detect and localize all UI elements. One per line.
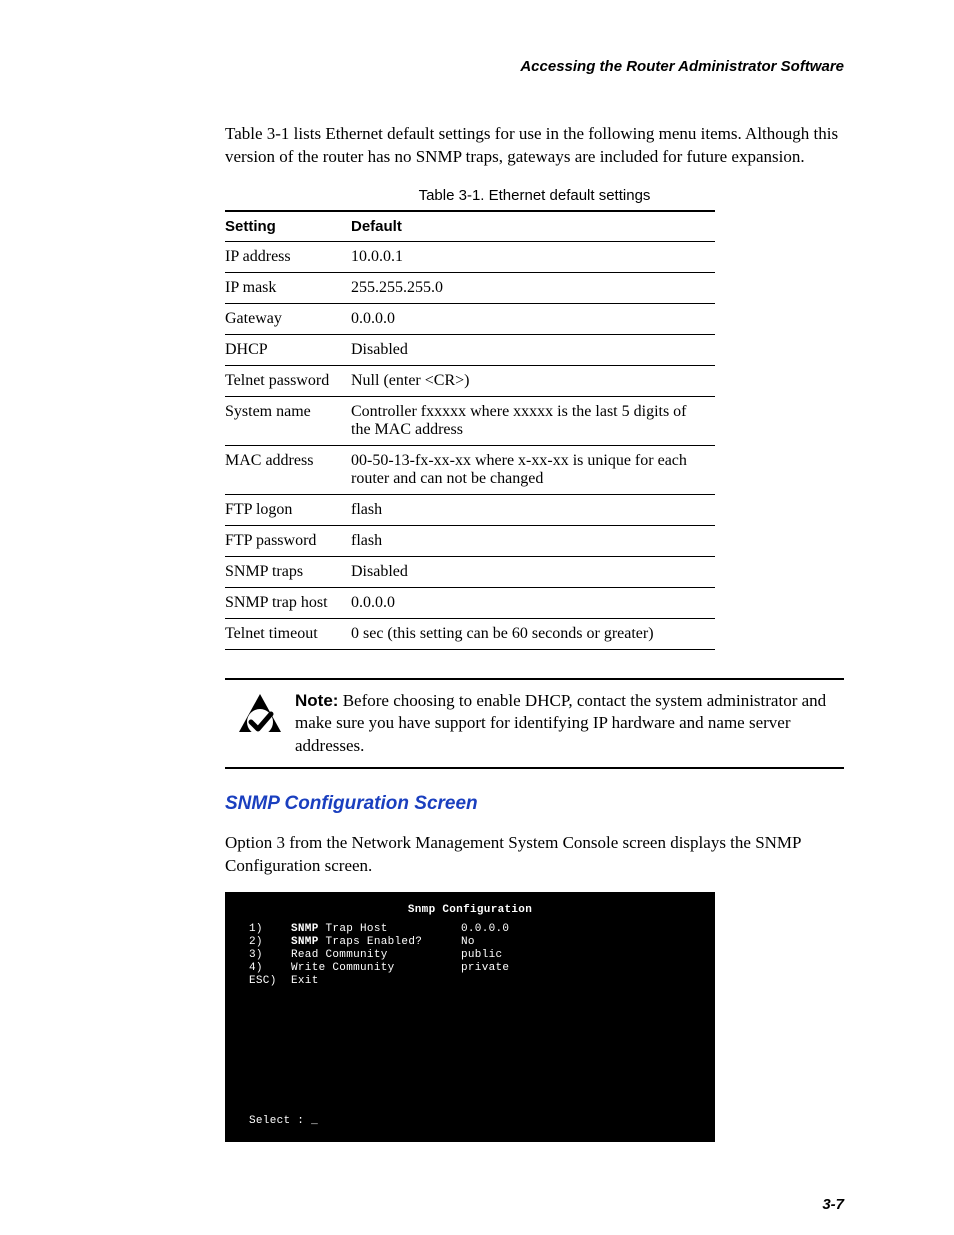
- table-row: MAC address00-50-13-fx-xx-xx where x-xx-…: [225, 445, 715, 494]
- cell-default: 10.0.0.1: [351, 241, 715, 272]
- cell-default: 0.0.0.0: [351, 587, 715, 618]
- terminal-label: Write Community: [291, 962, 461, 975]
- cell-setting: DHCP: [225, 334, 351, 365]
- cell-setting: System name: [225, 396, 351, 445]
- table-row: FTP passwordflash: [225, 525, 715, 556]
- table-row: IP address10.0.0.1: [225, 241, 715, 272]
- terminal-value: private: [461, 962, 509, 975]
- note-block: Note: Before choosing to enable DHCP, co…: [225, 678, 844, 769]
- cell-default: 00-50-13-fx-xx-xx where x-xx-xx is uniqu…: [351, 445, 715, 494]
- table-row: Gateway0.0.0.0: [225, 303, 715, 334]
- cell-default: 0.0.0.0: [351, 303, 715, 334]
- note-body: Before choosing to enable DHCP, contact …: [295, 691, 826, 755]
- page: Accessing the Router Administrator Softw…: [0, 0, 954, 1235]
- table-row: DHCPDisabled: [225, 334, 715, 365]
- table-row: System nameController fxxxxx where xxxxx…: [225, 396, 715, 445]
- cell-default: Null (enter <CR>): [351, 365, 715, 396]
- note-text: Note: Before choosing to enable DHCP, co…: [295, 690, 844, 757]
- terminal-line: ESC)Exit: [249, 975, 691, 988]
- terminal-key: 1): [249, 923, 291, 936]
- cell-default: Disabled: [351, 556, 715, 587]
- cell-setting: Telnet timeout: [225, 618, 351, 649]
- terminal-title: Snmp Configuration: [249, 904, 691, 917]
- terminal-key: 2): [249, 936, 291, 949]
- cell-setting: FTP logon: [225, 494, 351, 525]
- table-row: Telnet timeout0 sec (this setting can be…: [225, 618, 715, 649]
- terminal-screenshot: Snmp Configuration 1)SNMP Trap Host0.0.0…: [225, 892, 715, 1142]
- table-row: SNMP trap host0.0.0.0: [225, 587, 715, 618]
- terminal-line: 2)SNMP Traps Enabled?No: [249, 936, 691, 949]
- terminal-line: 3)Read Communitypublic: [249, 949, 691, 962]
- cell-setting: SNMP traps: [225, 556, 351, 587]
- cell-setting: IP address: [225, 241, 351, 272]
- note-icon: [225, 690, 295, 738]
- cell-setting: FTP password: [225, 525, 351, 556]
- terminal-key: ESC): [249, 975, 291, 988]
- cell-setting: SNMP trap host: [225, 587, 351, 618]
- table-caption: Table 3-1. Ethernet default settings: [225, 187, 844, 204]
- cell-setting: MAC address: [225, 445, 351, 494]
- terminal-value: No: [461, 936, 475, 949]
- note-label: Note:: [295, 691, 338, 710]
- running-header: Accessing the Router Administrator Softw…: [225, 58, 844, 75]
- cell-setting: Telnet password: [225, 365, 351, 396]
- terminal-prompt: Select : _: [249, 1115, 318, 1128]
- cell-setting: IP mask: [225, 272, 351, 303]
- settings-table: Setting Default IP address10.0.0.1 IP ma…: [225, 210, 715, 650]
- cell-setting: Gateway: [225, 303, 351, 334]
- table-row: SNMP trapsDisabled: [225, 556, 715, 587]
- terminal-label: Exit: [291, 975, 461, 988]
- cell-default: Controller fxxxxx where xxxxx is the las…: [351, 396, 715, 445]
- cell-default: flash: [351, 525, 715, 556]
- terminal-value: 0.0.0.0: [461, 923, 509, 936]
- terminal-value: public: [461, 949, 502, 962]
- table-row: Telnet passwordNull (enter <CR>): [225, 365, 715, 396]
- terminal-label: Read Community: [291, 949, 461, 962]
- column-header-default: Default: [351, 211, 715, 242]
- cell-default: 0 sec (this setting can be 60 seconds or…: [351, 618, 715, 649]
- cell-default: 255.255.255.0: [351, 272, 715, 303]
- column-header-setting: Setting: [225, 211, 351, 242]
- terminal-line: 1)SNMP Trap Host0.0.0.0: [249, 923, 691, 936]
- intro-paragraph: Table 3-1 lists Ethernet default setting…: [225, 123, 844, 169]
- table-row: FTP logonflash: [225, 494, 715, 525]
- table-row: IP mask255.255.255.0: [225, 272, 715, 303]
- section-heading: SNMP Configuration Screen: [225, 793, 844, 815]
- terminal-label: SNMP Traps Enabled?: [291, 936, 461, 949]
- page-number: 3-7: [822, 1196, 844, 1213]
- terminal-key: 3): [249, 949, 291, 962]
- section-paragraph: Option 3 from the Network Management Sys…: [225, 832, 844, 878]
- cell-default: Disabled: [351, 334, 715, 365]
- terminal-key: 4): [249, 962, 291, 975]
- terminal-line: 4)Write Communityprivate: [249, 962, 691, 975]
- cell-default: flash: [351, 494, 715, 525]
- terminal-label: SNMP Trap Host: [291, 923, 461, 936]
